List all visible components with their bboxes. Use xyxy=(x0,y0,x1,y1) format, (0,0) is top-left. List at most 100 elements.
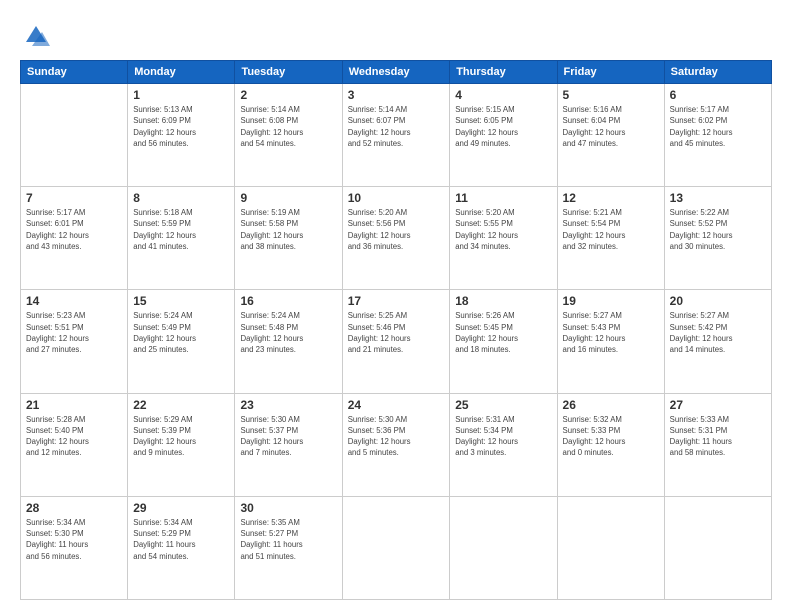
cell-info: Sunrise: 5:18 AM Sunset: 5:59 PM Dayligh… xyxy=(133,207,229,252)
calendar-cell: 6Sunrise: 5:17 AM Sunset: 6:02 PM Daylig… xyxy=(664,84,771,187)
calendar-cell: 15 Sunrise: 5:24 AM Sunset: 5:49 PM Dayli… xyxy=(128,290,235,393)
cell-day-number: 9 xyxy=(240,191,336,205)
cell-info: Sunrise: 5:34 AM Sunset: 5:30 PM Dayligh… xyxy=(26,517,122,562)
week-row: 7 Sunrise: 5:17 AM Sunset: 6:01 PM Daylig… xyxy=(21,187,772,290)
calendar-cell: 18 Sunrise: 5:26 AM Sunset: 5:45 PM Dayli… xyxy=(450,290,557,393)
week-row: 1 Sunrise: 5:13 AM Sunset: 6:09 PM Daylig… xyxy=(21,84,772,187)
cell-day-number: 22 xyxy=(133,398,229,412)
logo xyxy=(20,22,50,50)
calendar-cell: 13 Sunrise: 5:22 AM Sunset: 5:52 PM Dayli… xyxy=(664,187,771,290)
cell-info: Sunrise: 5:20 AM Sunset: 5:55 PM Dayligh… xyxy=(455,207,551,252)
calendar-cell: 9 Sunrise: 5:19 AM Sunset: 5:58 PM Daylig… xyxy=(235,187,342,290)
cell-day-number: 21 xyxy=(26,398,122,412)
cell-info: Sunrise: 5:24 AM Sunset: 5:49 PM Dayligh… xyxy=(133,310,229,355)
cell-info: Sunrise: 5:14 AM Sunset: 6:07 PM Dayligh… xyxy=(348,104,445,149)
calendar-cell: 4 Sunrise: 5:15 AM Sunset: 6:05 PM Daylig… xyxy=(450,84,557,187)
calendar-cell: 29 Sunrise: 5:34 AM Sunset: 5:29 PM Dayli… xyxy=(128,496,235,599)
cell-info: Sunrise: 5:22 AM Sunset: 5:52 PM Dayligh… xyxy=(670,207,766,252)
cell-day-number: 17 xyxy=(348,294,445,308)
cell-info: Sunrise: 5:16 AM Sunset: 6:04 PM Dayligh… xyxy=(563,104,659,149)
calendar-cell: 7 Sunrise: 5:17 AM Sunset: 6:01 PM Daylig… xyxy=(21,187,128,290)
cell-day-number: 5 xyxy=(563,88,659,102)
cell-day-number: 28 xyxy=(26,501,122,515)
calendar-cell: 22 Sunrise: 5:29 AM Sunset: 5:39 PM Dayli… xyxy=(128,393,235,496)
cell-info: Sunrise: 5:33 AM Sunset: 5:31 PM Dayligh… xyxy=(670,414,766,459)
cell-info: Sunrise: 5:20 AM Sunset: 5:56 PM Dayligh… xyxy=(348,207,445,252)
cell-day-number: 12 xyxy=(563,191,659,205)
cell-day-number: 23 xyxy=(240,398,336,412)
cell-day-number: 15 xyxy=(133,294,229,308)
week-row: 21 Sunrise: 5:28 AM Sunset: 5:40 PM Dayli… xyxy=(21,393,772,496)
cell-info: Sunrise: 5:13 AM Sunset: 6:09 PM Dayligh… xyxy=(133,104,229,149)
cell-day-number: 27 xyxy=(670,398,766,412)
cell-info: Sunrise: 5:30 AM Sunset: 5:36 PM Dayligh… xyxy=(348,414,445,459)
cell-day-number: 18 xyxy=(455,294,551,308)
calendar-cell: 14 Sunrise: 5:23 AM Sunset: 5:51 PM Dayli… xyxy=(21,290,128,393)
cell-info: Sunrise: 5:19 AM Sunset: 5:58 PM Dayligh… xyxy=(240,207,336,252)
weekday-header-row: SundayMondayTuesdayWednesdayThursdayFrid… xyxy=(21,61,772,84)
calendar-cell xyxy=(664,496,771,599)
cell-info: Sunrise: 5:29 AM Sunset: 5:39 PM Dayligh… xyxy=(133,414,229,459)
cell-info: Sunrise: 5:26 AM Sunset: 5:45 PM Dayligh… xyxy=(455,310,551,355)
calendar-cell: 21 Sunrise: 5:28 AM Sunset: 5:40 PM Dayli… xyxy=(21,393,128,496)
calendar-cell xyxy=(21,84,128,187)
cell-day-number: 20 xyxy=(670,294,766,308)
cell-info: Sunrise: 5:17 AM Sunset: 6:01 PM Dayligh… xyxy=(26,207,122,252)
calendar-cell: 24 Sunrise: 5:30 AM Sunset: 5:36 PM Dayli… xyxy=(342,393,450,496)
cell-info: Sunrise: 5:31 AM Sunset: 5:34 PM Dayligh… xyxy=(455,414,551,459)
cell-day-number: 26 xyxy=(563,398,659,412)
header xyxy=(20,18,772,50)
cell-day-number: 10 xyxy=(348,191,445,205)
calendar-cell: 17 Sunrise: 5:25 AM Sunset: 5:46 PM Dayli… xyxy=(342,290,450,393)
calendar-cell: 3 Sunrise: 5:14 AM Sunset: 6:07 PM Daylig… xyxy=(342,84,450,187)
calendar-cell xyxy=(450,496,557,599)
cell-info: Sunrise: 5:23 AM Sunset: 5:51 PM Dayligh… xyxy=(26,310,122,355)
calendar-cell: 10 Sunrise: 5:20 AM Sunset: 5:56 PM Dayli… xyxy=(342,187,450,290)
weekday-header-saturday: Saturday xyxy=(664,61,771,84)
cell-info: Sunrise: 5:25 AM Sunset: 5:46 PM Dayligh… xyxy=(348,310,445,355)
cell-info: Sunrise: 5:24 AM Sunset: 5:48 PM Dayligh… xyxy=(240,310,336,355)
calendar-table: SundayMondayTuesdayWednesdayThursdayFrid… xyxy=(20,60,772,600)
cell-day-number: 6 xyxy=(670,88,766,102)
weekday-header-wednesday: Wednesday xyxy=(342,61,450,84)
cell-info: Sunrise: 5:15 AM Sunset: 6:05 PM Dayligh… xyxy=(455,104,551,149)
cell-day-number: 2 xyxy=(240,88,336,102)
week-row: 28 Sunrise: 5:34 AM Sunset: 5:30 PM Dayli… xyxy=(21,496,772,599)
calendar-cell: 11 Sunrise: 5:20 AM Sunset: 5:55 PM Dayli… xyxy=(450,187,557,290)
cell-info: Sunrise: 5:34 AM Sunset: 5:29 PM Dayligh… xyxy=(133,517,229,562)
cell-info: Sunrise: 5:32 AM Sunset: 5:33 PM Dayligh… xyxy=(563,414,659,459)
cell-day-number: 11 xyxy=(455,191,551,205)
calendar-cell: 8 Sunrise: 5:18 AM Sunset: 5:59 PM Daylig… xyxy=(128,187,235,290)
calendar-cell: 5 Sunrise: 5:16 AM Sunset: 6:04 PM Daylig… xyxy=(557,84,664,187)
cell-day-number: 1 xyxy=(133,88,229,102)
weekday-header-tuesday: Tuesday xyxy=(235,61,342,84)
weekday-header-sunday: Sunday xyxy=(21,61,128,84)
cell-day-number: 13 xyxy=(670,191,766,205)
cell-day-number: 24 xyxy=(348,398,445,412)
cell-day-number: 29 xyxy=(133,501,229,515)
week-row: 14 Sunrise: 5:23 AM Sunset: 5:51 PM Dayli… xyxy=(21,290,772,393)
cell-info: Sunrise: 5:28 AM Sunset: 5:40 PM Dayligh… xyxy=(26,414,122,459)
calendar-cell: 30 Sunrise: 5:35 AM Sunset: 5:27 PM Dayli… xyxy=(235,496,342,599)
calendar-cell: 27 Sunrise: 5:33 AM Sunset: 5:31 PM Dayli… xyxy=(664,393,771,496)
cell-day-number: 3 xyxy=(348,88,445,102)
weekday-header-thursday: Thursday xyxy=(450,61,557,84)
cell-day-number: 14 xyxy=(26,294,122,308)
calendar-cell: 25 Sunrise: 5:31 AM Sunset: 5:34 PM Dayli… xyxy=(450,393,557,496)
cell-info: Sunrise: 5:14 AM Sunset: 6:08 PM Dayligh… xyxy=(240,104,336,149)
weekday-header-friday: Friday xyxy=(557,61,664,84)
cell-day-number: 7 xyxy=(26,191,122,205)
calendar-cell: 2 Sunrise: 5:14 AM Sunset: 6:08 PM Daylig… xyxy=(235,84,342,187)
cell-day-number: 8 xyxy=(133,191,229,205)
cell-info: Sunrise: 5:35 AM Sunset: 5:27 PM Dayligh… xyxy=(240,517,336,562)
weekday-header-monday: Monday xyxy=(128,61,235,84)
calendar-cell: 16 Sunrise: 5:24 AM Sunset: 5:48 PM Dayli… xyxy=(235,290,342,393)
cell-day-number: 4 xyxy=(455,88,551,102)
calendar-cell: 20Sunrise: 5:27 AM Sunset: 5:42 PM Dayli… xyxy=(664,290,771,393)
cell-day-number: 25 xyxy=(455,398,551,412)
cell-day-number: 30 xyxy=(240,501,336,515)
cell-day-number: 16 xyxy=(240,294,336,308)
calendar-cell: 19Sunrise: 5:27 AM Sunset: 5:43 PM Dayli… xyxy=(557,290,664,393)
calendar-cell: 12Sunrise: 5:21 AM Sunset: 5:54 PM Dayli… xyxy=(557,187,664,290)
cell-info: Sunrise: 5:30 AM Sunset: 5:37 PM Dayligh… xyxy=(240,414,336,459)
